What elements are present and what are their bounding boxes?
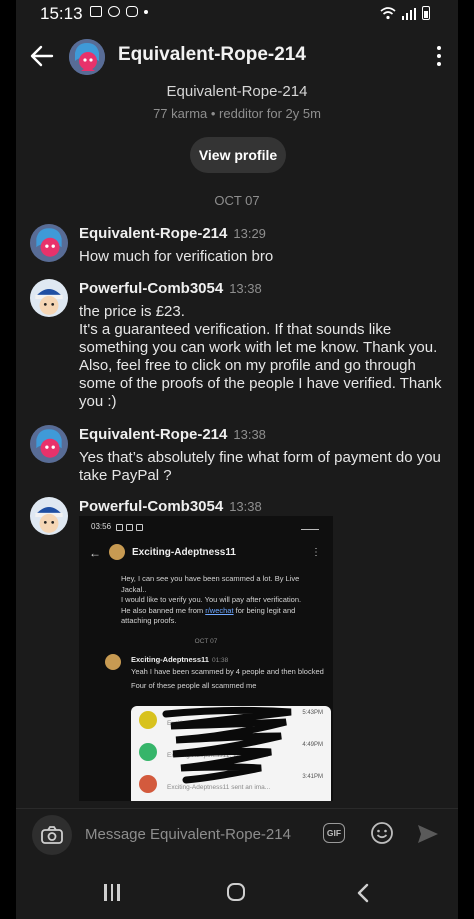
attachment-title: Exciting-Adeptness11 [132,547,236,558]
notification-icons [90,6,148,17]
message-author[interactable]: Equivalent-Rope-214 13:38 [79,426,266,443]
status-bar: 15:13 [16,0,458,28]
avatar[interactable] [30,425,68,463]
attachment-more-icon: ⋮ [311,547,321,558]
attachment-back-icon: ← [89,546,101,560]
message-composer: Message Equivalent-Rope-214 GIF [16,808,458,861]
signal-icon [401,8,416,20]
profile-name: Equivalent-Rope-214 [166,83,308,100]
view-profile-button[interactable]: View profile [190,137,286,173]
more-options-icon[interactable] [436,46,442,66]
header-title: Equivalent-Rope-214 [118,44,306,65]
gallery-icon [90,6,102,17]
attachment-date: OCT 07 [194,638,218,645]
date-separator: OCT 07 [214,193,260,208]
more-notifications-icon [144,9,148,14]
status-time: 15:13 [40,4,83,23]
message-author[interactable]: Equivalent-Rope-214 13:29 [79,225,266,242]
message-time: 13:38 [229,499,262,514]
app-bar: Equivalent-Rope-214 [16,30,458,82]
instagram-icon [126,6,138,17]
app-frame: 15:13 Equivalent-Rope-214 Equivalent-Rop… [16,0,458,919]
back-arrow-icon[interactable] [28,42,56,70]
message-text: Yes that’s absolutely fine what form of … [79,449,441,484]
attachment-message: Yeah I have been scammed by 4 people and… [131,667,324,690]
attachment-chat-list: 5:43PM Exciting-Adeptness11: Ar... ...ve… [131,706,331,801]
camera-button[interactable] [32,815,72,855]
message-time: 13:38 [233,427,266,442]
attachment-signal-icon [301,523,319,530]
redaction-scribble [162,706,292,784]
avatar[interactable] [30,224,68,262]
attachment-author-avatar [105,654,121,670]
attachment-status-time: 03:56 [91,522,112,531]
recent-apps-icon[interactable] [102,884,122,902]
attachment-text: Hey, I can see you have been scammed a l… [121,574,302,625]
message-time: 13:29 [233,226,266,241]
profile-meta: 77 karma • redditor for 2y 5m [153,106,321,121]
system-nav-bar [16,868,458,919]
message-input[interactable]: Message Equivalent-Rope-214 [85,826,291,843]
camera-icon [41,826,63,844]
header-avatar[interactable] [69,39,105,75]
home-icon[interactable] [227,883,245,901]
attachment-status-icons [116,524,143,531]
message-text: the price is £23. It's a guaranteed veri… [79,303,442,410]
message-author[interactable]: Powerful-Comb3054 13:38 [79,498,262,515]
wechat-icon [108,6,120,17]
gif-button[interactable]: GIF [323,823,345,843]
battery-icon [422,6,430,20]
wifi-icon [379,7,396,20]
emoji-icon[interactable] [370,821,394,845]
message-author[interactable]: Powerful-Comb3054 13:38 [79,280,262,297]
avatar[interactable] [30,279,68,317]
avatar[interactable] [30,497,68,535]
attachment-author: Exciting-Adeptness11 01:38 [131,655,229,664]
message-text: How much for verification bro [79,248,274,265]
system-back-icon[interactable] [353,882,375,904]
message-time: 13:38 [229,281,262,296]
send-icon[interactable] [416,822,440,846]
image-attachment[interactable]: 03:56 ← Exciting-Adeptness11 ⋮ Hey, I ca… [79,516,333,801]
attachment-avatar [109,544,125,560]
